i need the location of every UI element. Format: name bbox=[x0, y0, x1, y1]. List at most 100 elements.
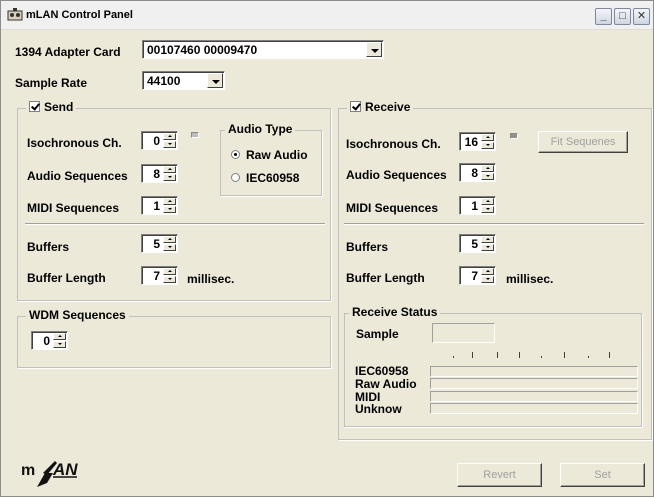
send-buffer-unit: millisec. bbox=[187, 272, 235, 286]
mlan-control-panel-window: mLAN Control Panel _ □ ✕ 1394 Adapter Ca… bbox=[0, 0, 654, 497]
wdm-title: WDM Sequences bbox=[26, 308, 129, 322]
fit-sequences-button[interactable]: Fit Sequenes bbox=[538, 131, 628, 153]
spin-down-icon[interactable] bbox=[481, 276, 494, 283]
spin-down-icon[interactable] bbox=[163, 141, 176, 148]
receive-buffers-spinner[interactable]: 5 bbox=[459, 234, 496, 253]
spin-up-icon[interactable] bbox=[163, 133, 176, 140]
spin-up-icon[interactable] bbox=[481, 134, 494, 141]
spin-up-icon[interactable] bbox=[163, 268, 176, 275]
scale-tick bbox=[609, 352, 610, 358]
send-buffers-value: 5 bbox=[153, 237, 160, 251]
status-row-raw-audio-label: Raw Audio bbox=[355, 377, 417, 391]
spin-up-icon[interactable] bbox=[481, 165, 494, 172]
sample-rate-select[interactable]: 44100 bbox=[142, 71, 225, 90]
receive-status-title: Receive Status bbox=[349, 305, 441, 319]
scale-tick bbox=[472, 352, 473, 358]
sample-label: Sample bbox=[356, 327, 399, 341]
radio-selected-icon[interactable] bbox=[231, 150, 240, 159]
send-midi-seq-value: 1 bbox=[153, 199, 160, 213]
send-iso-spinner[interactable]: 0 bbox=[141, 131, 178, 150]
send-buffers-label: Buffers bbox=[27, 240, 70, 254]
spin-down-icon[interactable] bbox=[163, 276, 176, 283]
spin-up-icon[interactable] bbox=[53, 333, 66, 340]
maximize-icon: □ bbox=[619, 10, 626, 22]
sample-rate-value: 44100 bbox=[147, 74, 181, 88]
radio-unselected-icon[interactable] bbox=[231, 173, 240, 182]
scale-tick bbox=[588, 356, 589, 358]
receive-checkbox[interactable] bbox=[350, 101, 361, 112]
receive-buffer-length-spinner[interactable]: 7 bbox=[459, 266, 496, 285]
scale-tick bbox=[519, 352, 520, 358]
receive-iso-spinner[interactable]: 16 bbox=[459, 132, 496, 151]
status-row-iec60958-label: IEC60958 bbox=[355, 364, 409, 378]
svg-text:AN: AN bbox=[52, 460, 78, 479]
scale-tick bbox=[497, 352, 498, 358]
send-iso-label: Isochronous Ch. bbox=[27, 136, 122, 150]
spin-up-icon[interactable] bbox=[481, 236, 494, 243]
status-meter-iec60958 bbox=[430, 366, 638, 377]
spin-down-icon[interactable] bbox=[481, 206, 494, 213]
receive-iso-indicator bbox=[510, 133, 518, 139]
scale-tick bbox=[564, 352, 565, 358]
receive-buffers-label: Buffers bbox=[346, 240, 389, 254]
receive-audio-seq-spinner[interactable]: 8 bbox=[459, 163, 496, 182]
send-iso-indicator bbox=[191, 132, 199, 138]
close-button[interactable]: ✕ bbox=[633, 8, 650, 25]
window-title: mLAN Control Panel bbox=[26, 9, 133, 21]
radio-raw-audio-label: Raw Audio bbox=[246, 148, 308, 162]
revert-button[interactable]: Revert bbox=[457, 463, 542, 487]
receive-midi-seq-spinner[interactable]: 1 bbox=[459, 196, 496, 215]
sample-rate-label: Sample Rate bbox=[15, 76, 88, 90]
spin-down-icon[interactable] bbox=[481, 244, 494, 251]
send-buffer-length-spinner[interactable]: 7 bbox=[141, 266, 178, 285]
adapter-value: 00107460 00009470 bbox=[147, 43, 258, 57]
adapter-label: 1394 Adapter Card bbox=[15, 45, 121, 59]
send-checkbox[interactable] bbox=[29, 101, 40, 112]
status-meter-unknow bbox=[430, 403, 638, 414]
audio-type-group: Audio Type bbox=[220, 122, 322, 196]
spin-up-icon[interactable] bbox=[163, 166, 176, 173]
wdm-spinner[interactable]: 0 bbox=[31, 331, 68, 350]
scale-tick bbox=[453, 356, 454, 358]
receive-buffer-length-label: Buffer Length bbox=[346, 271, 425, 285]
receive-midi-seq-value: 1 bbox=[471, 199, 478, 213]
spin-down-icon[interactable] bbox=[163, 244, 176, 251]
spin-up-icon[interactable] bbox=[163, 198, 176, 205]
receive-iso-value: 16 bbox=[464, 135, 478, 149]
send-midi-seq-spinner[interactable]: 1 bbox=[141, 196, 178, 215]
status-row-unknow-label: Unknow bbox=[355, 402, 402, 416]
spin-down-icon[interactable] bbox=[481, 173, 494, 180]
spin-down-icon[interactable] bbox=[163, 206, 176, 213]
radio-raw-audio[interactable]: Raw Audio bbox=[231, 148, 308, 162]
spin-down-icon[interactable] bbox=[481, 142, 494, 149]
spin-up-icon[interactable] bbox=[481, 198, 494, 205]
scale-tick bbox=[541, 356, 542, 358]
receive-separator bbox=[344, 223, 644, 225]
sample-display bbox=[432, 323, 495, 343]
spin-up-icon[interactable] bbox=[481, 268, 494, 275]
set-button[interactable]: Set bbox=[560, 463, 645, 487]
send-audio-seq-spinner[interactable]: 8 bbox=[141, 164, 178, 183]
receive-group-title[interactable]: Receive bbox=[347, 100, 414, 114]
chevron-down-icon[interactable] bbox=[366, 42, 382, 57]
send-buffers-spinner[interactable]: 5 bbox=[141, 234, 178, 253]
receive-audio-seq-label: Audio Sequences bbox=[346, 168, 447, 182]
minimize-button[interactable]: _ bbox=[595, 8, 612, 25]
adapter-select[interactable]: 00107460 00009470 bbox=[142, 40, 384, 59]
radio-iec60958[interactable]: IEC60958 bbox=[231, 171, 299, 185]
receive-midi-seq-label: MIDI Sequences bbox=[346, 201, 439, 215]
send-group-title[interactable]: Send bbox=[26, 100, 77, 114]
spin-down-icon[interactable] bbox=[163, 174, 176, 181]
spin-down-icon[interactable] bbox=[53, 341, 66, 348]
title-bar: mLAN Control Panel _ □ ✕ bbox=[1, 1, 653, 30]
audio-type-title: Audio Type bbox=[225, 122, 296, 136]
app-icon bbox=[7, 8, 23, 21]
close-icon: ✕ bbox=[636, 10, 647, 22]
svg-text:m: m bbox=[21, 462, 35, 479]
maximize-button[interactable]: □ bbox=[614, 8, 631, 25]
minimize-icon: _ bbox=[600, 10, 607, 22]
send-buffer-length-label: Buffer Length bbox=[27, 271, 106, 285]
spin-up-icon[interactable] bbox=[163, 236, 176, 243]
receive-title-text: Receive bbox=[365, 100, 411, 114]
chevron-down-icon[interactable] bbox=[207, 73, 223, 88]
